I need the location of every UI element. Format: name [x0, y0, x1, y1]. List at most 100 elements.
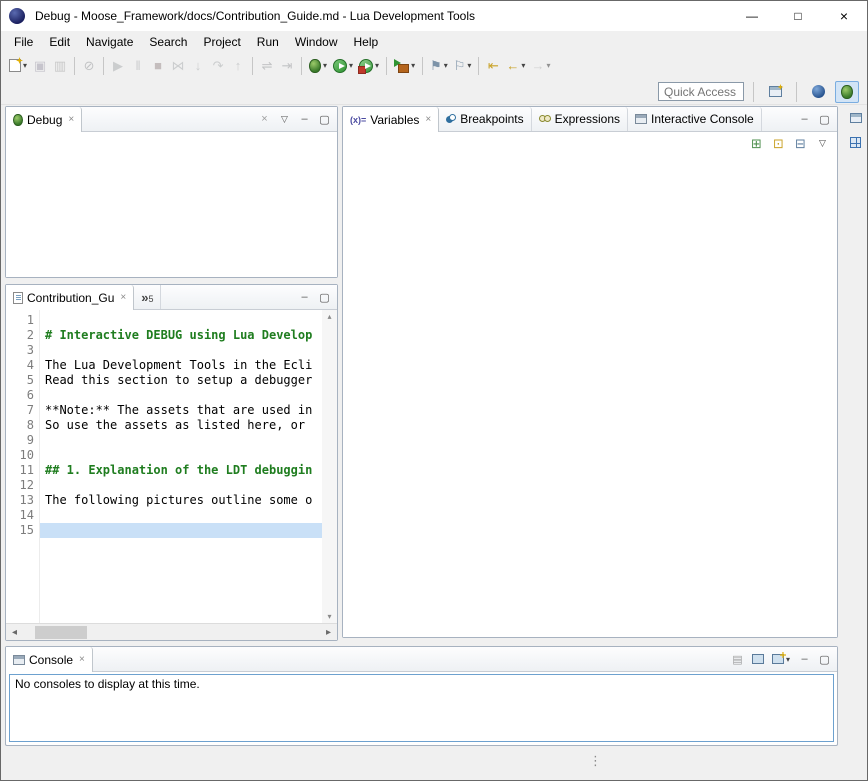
menu-navigate[interactable]: Navigate	[78, 33, 141, 51]
coverage-button[interactable]: ▾	[356, 55, 382, 77]
dropdown-arrow-icon[interactable]: ▾	[467, 61, 471, 70]
run-button[interactable]: ▾	[330, 55, 356, 77]
minimize-view-button[interactable]: –	[795, 650, 814, 669]
step-return-button[interactable]: ↑	[228, 55, 248, 77]
menu-run[interactable]: Run	[249, 33, 287, 51]
external-tools-button[interactable]: ▾	[391, 55, 418, 77]
code-line[interactable]	[40, 508, 322, 523]
dropdown-arrow-icon[interactable]: ▾	[786, 655, 790, 664]
back-button[interactable]: ←▾	[503, 55, 528, 77]
scroll-left-icon[interactable]: ◂	[6, 627, 23, 638]
scroll-down-icon[interactable]: ▾	[327, 612, 331, 621]
dropdown-arrow-icon[interactable]: ▾	[23, 61, 27, 70]
code-line[interactable]	[40, 388, 322, 403]
debug-perspective-button[interactable]	[835, 81, 859, 103]
statusbar-grip[interactable]: ⋮	[589, 753, 600, 769]
tab-debug[interactable]: Debug ×	[6, 107, 82, 132]
menu-search[interactable]: Search	[141, 33, 195, 51]
code-line[interactable]	[40, 343, 322, 358]
code-line[interactable]	[40, 523, 322, 538]
last-edit-location-button[interactable]: ⇤	[483, 55, 503, 77]
close-icon[interactable]: ×	[425, 114, 431, 125]
code-line[interactable]	[40, 313, 322, 328]
tab-expressions[interactable]: Expressions	[532, 107, 628, 131]
menu-edit[interactable]: Edit	[41, 33, 78, 51]
window-minimize-button[interactable]: —	[729, 1, 775, 31]
tab-interactive-console[interactable]: Interactive Console	[628, 107, 762, 131]
code-line[interactable]: So use the assets as listed here, or	[40, 418, 322, 433]
save-button[interactable]: ▣	[30, 55, 50, 77]
minimize-view-button[interactable]: –	[295, 288, 314, 307]
tab-contribution-guide[interactable]: Contribution_Gu ×	[6, 285, 134, 310]
close-icon[interactable]: ×	[79, 654, 85, 665]
step-into-button[interactable]: ↓	[188, 55, 208, 77]
next-annotation-button[interactable]: ⚑▾	[427, 55, 451, 77]
horizontal-scrollbar[interactable]: ◂ ▸	[6, 623, 337, 640]
show-logical-structures-button[interactable]: ⊞	[747, 134, 766, 153]
dropdown-arrow-icon[interactable]: ▾	[375, 61, 379, 70]
dropdown-arrow-icon[interactable]: ▾	[323, 61, 327, 70]
save-all-button[interactable]: ▥	[50, 55, 70, 77]
hidden-editors-chevron[interactable]: » 5	[134, 285, 161, 309]
view-menu-button[interactable]: ▽	[813, 134, 832, 153]
scrollbar-thumb[interactable]	[35, 626, 87, 639]
collapse-all-button[interactable]: ⊟	[791, 134, 810, 153]
menu-project[interactable]: Project	[195, 33, 248, 51]
restore-view-button[interactable]	[845, 108, 866, 127]
tab-console[interactable]: Console ×	[6, 647, 93, 672]
quick-access-input[interactable]	[658, 82, 744, 101]
close-icon[interactable]: ×	[68, 114, 74, 125]
tab-breakpoints[interactable]: Breakpoints	[439, 107, 531, 131]
minimize-view-button[interactable]: –	[295, 110, 314, 129]
code-line[interactable]	[40, 448, 322, 463]
maximize-view-button[interactable]: ▢	[815, 110, 834, 129]
minimize-view-button[interactable]: –	[795, 110, 814, 129]
pin-console-button[interactable]: ▤	[728, 650, 747, 669]
code-line[interactable]	[40, 478, 322, 493]
debug-button[interactable]: ▾	[306, 55, 330, 77]
dropdown-arrow-icon[interactable]: ▾	[444, 61, 448, 70]
use-step-filters-button[interactable]: ⇌	[257, 55, 277, 77]
console-content[interactable]: No consoles to display at this time.	[9, 674, 834, 742]
ldt-perspective-button[interactable]	[806, 81, 830, 103]
menu-window[interactable]: Window	[287, 33, 346, 51]
code-line[interactable]: The following pictures outline some o	[40, 493, 322, 508]
scroll-right-icon[interactable]: ▸	[320, 627, 337, 638]
suspend-button[interactable]: ‖	[128, 55, 148, 77]
code-area[interactable]: # Interactive DEBUG using Lua DevelopThe…	[40, 310, 322, 623]
menu-help[interactable]: Help	[346, 33, 387, 51]
view-menu-button[interactable]: ▽	[275, 110, 294, 129]
open-console-button[interactable]: ▾	[768, 650, 794, 669]
previous-annotation-button[interactable]: ⚐▾	[451, 55, 475, 77]
dropdown-arrow-icon[interactable]: ▾	[546, 61, 550, 70]
disconnect-button[interactable]: ⋈	[168, 55, 188, 77]
editor-body[interactable]: 123456789101112131415 # Interactive DEBU…	[6, 310, 337, 623]
forward-button[interactable]: →▾	[528, 55, 553, 77]
code-line[interactable]: The Lua Development Tools in the Ecli	[40, 358, 322, 373]
open-perspective-button[interactable]	[763, 81, 787, 103]
display-selected-console-button[interactable]	[748, 650, 767, 669]
dropdown-arrow-icon[interactable]: ▾	[411, 61, 415, 70]
dropdown-arrow-icon[interactable]: ▾	[349, 61, 353, 70]
vertical-scrollbar[interactable]: ▴ ▾	[322, 310, 337, 623]
maximize-view-button[interactable]: ▢	[315, 110, 334, 129]
remove-all-terminated-button[interactable]: ×	[255, 110, 274, 129]
close-icon[interactable]: ×	[120, 292, 126, 303]
code-line[interactable]: **Note:** The assets that are used in	[40, 403, 322, 418]
scrollbar-track[interactable]	[23, 624, 320, 640]
maximize-view-button[interactable]: ▢	[815, 650, 834, 669]
resume-button[interactable]: ▶	[108, 55, 128, 77]
step-over-button[interactable]: ↷	[208, 55, 228, 77]
skip-all-breakpoints-button[interactable]: ⊘	[79, 55, 99, 77]
new-button[interactable]: ▾	[6, 55, 30, 77]
run-to-line-button[interactable]: ⇥	[277, 55, 297, 77]
menu-file[interactable]: File	[6, 33, 41, 51]
minimized-view-button[interactable]	[845, 133, 866, 152]
maximize-view-button[interactable]: ▢	[315, 288, 334, 307]
watch-expression-button[interactable]: ⊡	[769, 134, 788, 153]
code-line[interactable]	[40, 433, 322, 448]
window-maximize-button[interactable]: □	[775, 1, 821, 31]
code-line[interactable]: ## 1. Explanation of the LDT debuggin	[40, 463, 322, 478]
terminate-button[interactable]: ■	[148, 55, 168, 77]
dropdown-arrow-icon[interactable]: ▾	[521, 61, 525, 70]
